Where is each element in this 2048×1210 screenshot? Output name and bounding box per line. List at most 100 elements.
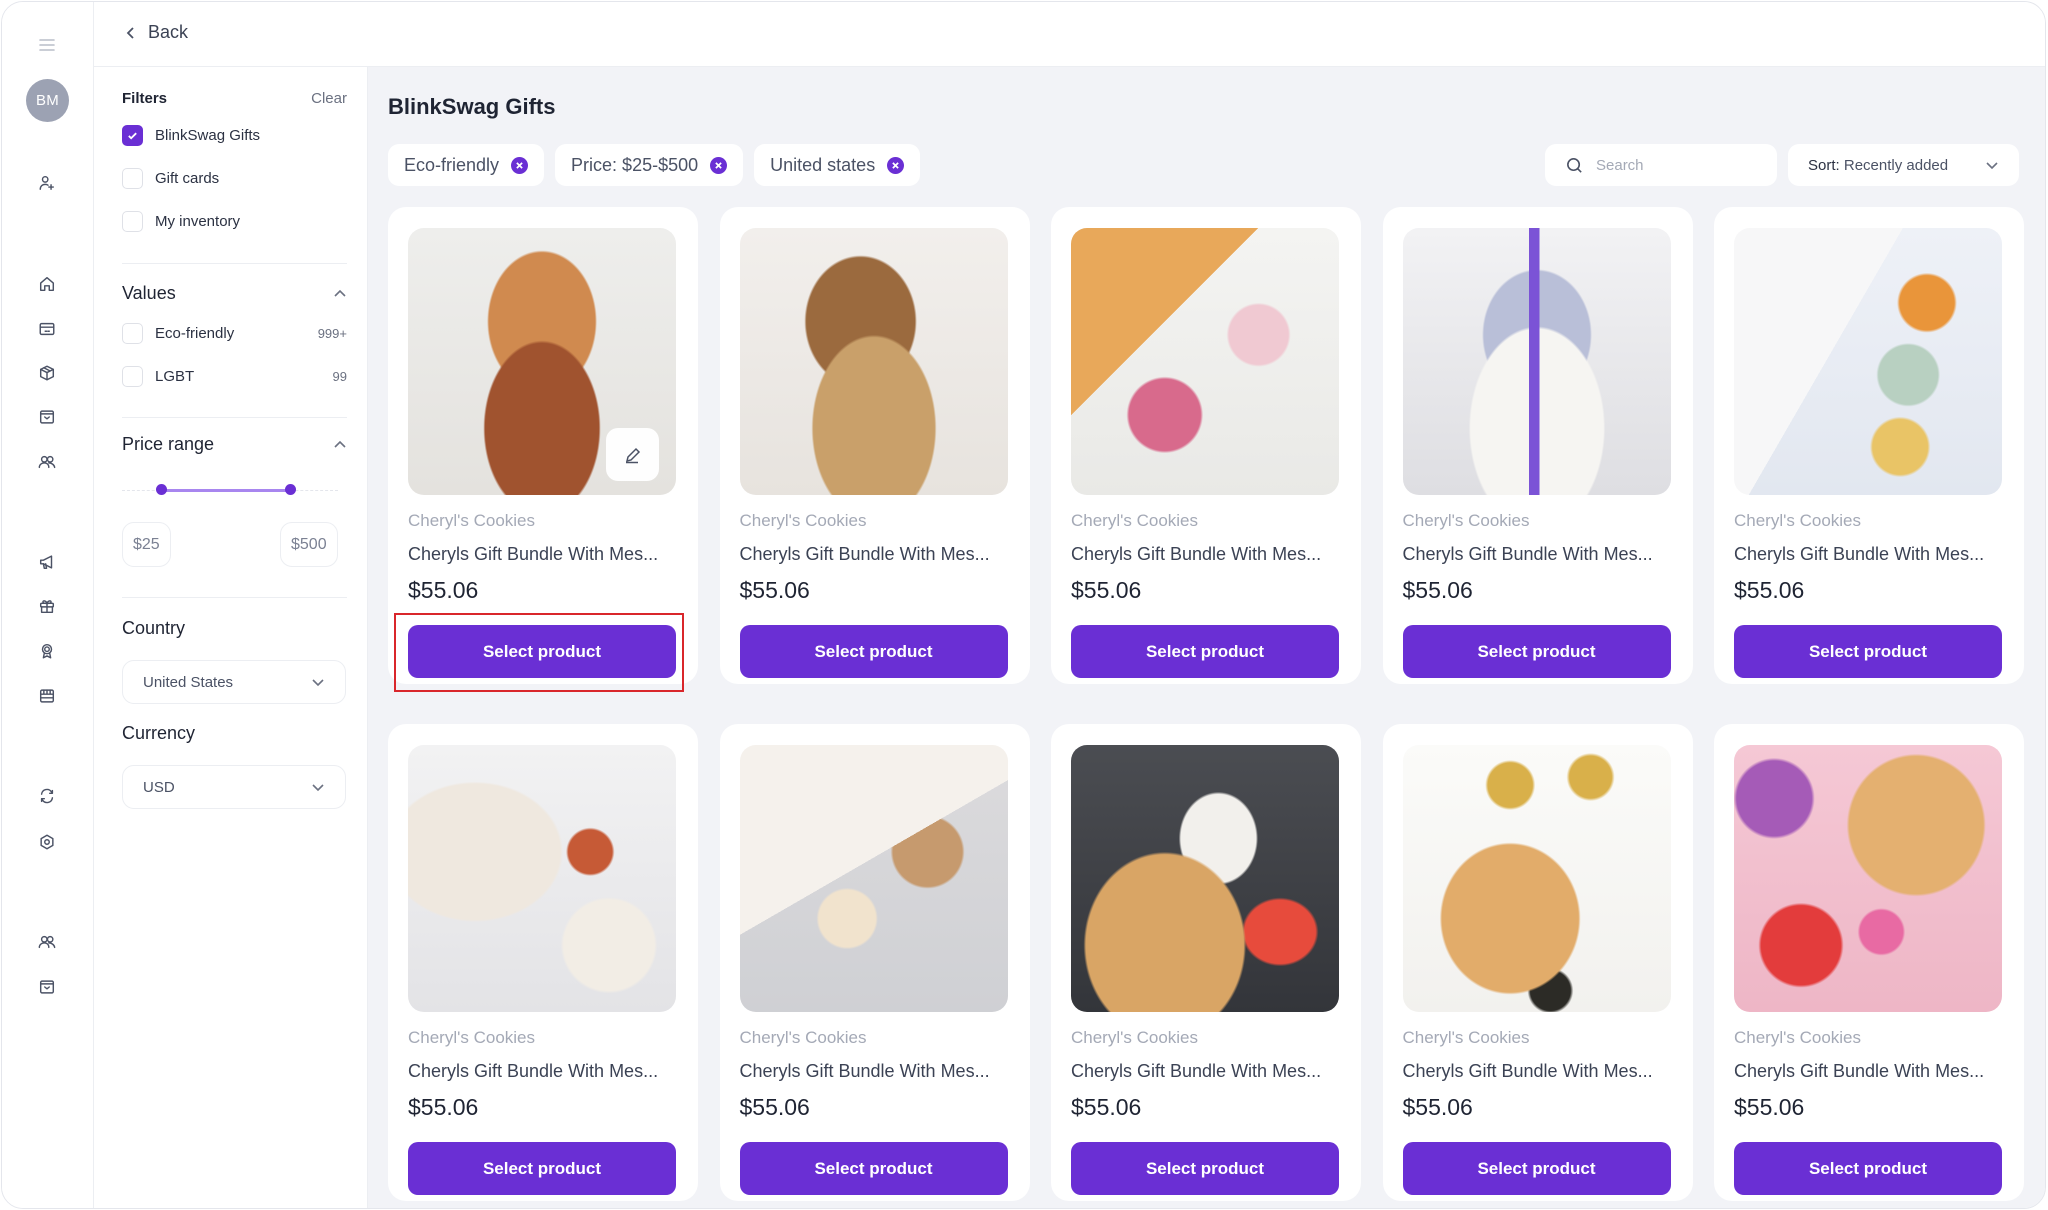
inbox-icon (39, 410, 55, 424)
product-name[interactable]: Cheryls Gift Bundle With Mes... (1734, 544, 1984, 565)
chevron-up-icon[interactable] (333, 438, 347, 452)
rail-inbox[interactable] (32, 402, 62, 432)
filter-eco-friendly[interactable]: Eco-friendly 999+ (122, 323, 347, 344)
product-name[interactable]: Cheryls Gift Bundle With Mes... (1734, 1061, 1984, 1082)
avatar[interactable]: BM (26, 79, 69, 122)
product-brand: Cheryl's Cookies (739, 1028, 867, 1047)
product-image[interactable] (739, 228, 1008, 495)
filters-panel: Filters Clear BlinkSwag Gifts Gift cards… (94, 67, 368, 1208)
select-product-button[interactable]: Select product (1071, 625, 1339, 678)
product-card: Cheryl's Cookies Cheryls Gift Bundle Wit… (1714, 207, 2024, 684)
users-icon (38, 935, 56, 949)
product-name[interactable]: Cheryls Gift Bundle With Mes... (408, 1061, 658, 1082)
select-product-button[interactable]: Select product (739, 1142, 1008, 1195)
checkbox[interactable] (122, 168, 143, 189)
store-icon (39, 689, 55, 703)
rail-orders[interactable] (32, 972, 62, 1002)
product-image[interactable] (1402, 745, 1671, 1012)
select-product-button[interactable]: Select product (1734, 1142, 2002, 1195)
slider-thumb-max[interactable] (285, 484, 297, 495)
currency-select[interactable]: USD (122, 765, 346, 809)
product-price: $55.06 (1071, 1094, 1142, 1120)
product-price: $55.06 (408, 577, 479, 603)
back-button[interactable]: Back (124, 22, 188, 43)
rail-home[interactable] (32, 269, 62, 299)
package-icon (39, 365, 55, 381)
select-product-button[interactable]: Select product (1071, 1142, 1339, 1195)
edit-button[interactable] (606, 428, 659, 481)
search-box[interactable] (1545, 144, 1777, 186)
filter-gift-cards[interactable]: Gift cards (122, 168, 347, 189)
price-max-input[interactable]: $500 (280, 522, 338, 567)
menu-icon (39, 39, 55, 51)
product-image[interactable] (1734, 228, 2002, 495)
filter-my-inventory[interactable]: My inventory (122, 211, 347, 232)
slider-thumb-min[interactable] (155, 484, 167, 495)
rail-contacts[interactable] (32, 927, 62, 957)
rail-products[interactable] (32, 358, 62, 388)
filter-count: 99 (332, 369, 347, 384)
checkbox[interactable] (122, 323, 143, 344)
filter-chip[interactable]: United states (754, 144, 921, 186)
country-select[interactable]: United States (122, 660, 346, 704)
rail-settings[interactable] (32, 827, 62, 857)
filter-blinkswag-gifts[interactable]: BlinkSwag Gifts (122, 125, 347, 146)
rail-team[interactable] (32, 447, 62, 477)
divider (122, 263, 347, 264)
product-name[interactable]: Cheryls Gift Bundle With Mes... (1071, 1061, 1321, 1082)
product-name[interactable]: Cheryls Gift Bundle With Mes... (408, 544, 658, 565)
rail-gifts[interactable] (32, 591, 62, 621)
check-icon (128, 132, 137, 140)
product-image[interactable] (1402, 228, 1671, 495)
checkbox[interactable] (122, 366, 143, 387)
product-image[interactable] (408, 228, 676, 495)
clear-filters-button[interactable]: Clear (311, 90, 347, 107)
remove-chip-button[interactable] (887, 156, 905, 174)
product-image[interactable] (1734, 745, 2002, 1012)
menu-button[interactable] (32, 30, 62, 60)
close-icon (516, 161, 523, 169)
rail-store[interactable] (32, 681, 62, 711)
price-min-input[interactable]: $25 (122, 522, 171, 567)
select-product-button[interactable]: Select product (408, 1142, 676, 1195)
product-image[interactable] (1071, 228, 1339, 495)
sort-dropdown[interactable]: Sort: Recently added (1788, 144, 2019, 186)
filter-chip[interactable]: Price: $25-$500 (555, 144, 744, 186)
rail-campaigns[interactable] (32, 547, 62, 577)
product-image[interactable] (408, 745, 676, 1012)
filter-chip[interactable]: Eco-friendly (388, 144, 545, 186)
rail-sync[interactable] (32, 781, 62, 811)
rail-rewards[interactable] (32, 636, 62, 666)
remove-chip-button[interactable] (710, 156, 728, 174)
price-range-slider[interactable] (122, 484, 338, 495)
product-card: Cheryl's Cookies Cheryls Gift Bundle Wit… (388, 724, 698, 1201)
select-product-button[interactable]: Select product (1402, 625, 1671, 678)
select-product-button[interactable]: Select product (408, 625, 676, 678)
product-card: Cheryl's Cookies Cheryls Gift Bundle Wit… (1051, 724, 1361, 1201)
product-card: Cheryl's Cookies Cheryls Gift Bundle Wit… (1051, 207, 1361, 684)
remove-chip-button[interactable] (511, 156, 529, 174)
price-range-header[interactable]: Price range (122, 434, 347, 455)
select-product-button[interactable]: Select product (1402, 1142, 1671, 1195)
product-image[interactable] (1071, 745, 1339, 1012)
search-input[interactable] (1596, 156, 1746, 174)
checkbox-checked[interactable] (122, 125, 143, 146)
values-title: Values (122, 283, 176, 303)
product-price: $55.06 (1402, 1094, 1473, 1120)
product-name[interactable]: Cheryls Gift Bundle With Mes... (740, 544, 990, 565)
filter-lgbt[interactable]: LGBT 99 (122, 366, 347, 387)
checkbox[interactable] (122, 211, 143, 232)
select-product-button[interactable]: Select product (1734, 625, 2002, 678)
product-name[interactable]: Cheryls Gift Bundle With Mes... (1071, 544, 1321, 565)
rail-add-user[interactable] (32, 168, 62, 198)
select-product-button[interactable]: Select product (739, 625, 1008, 678)
product-name[interactable]: Cheryls Gift Bundle With Mes... (1403, 1061, 1653, 1082)
product-image[interactable] (739, 745, 1008, 1012)
product-name[interactable]: Cheryls Gift Bundle With Mes... (1403, 544, 1653, 565)
product-name[interactable]: Cheryls Gift Bundle With Mes... (740, 1061, 990, 1082)
pencil-icon (625, 447, 640, 463)
chevron-up-icon[interactable] (333, 287, 347, 301)
values-section-header[interactable]: Values (122, 283, 347, 304)
rail-payments[interactable] (32, 314, 62, 344)
top-bar: Back (94, 2, 2045, 67)
